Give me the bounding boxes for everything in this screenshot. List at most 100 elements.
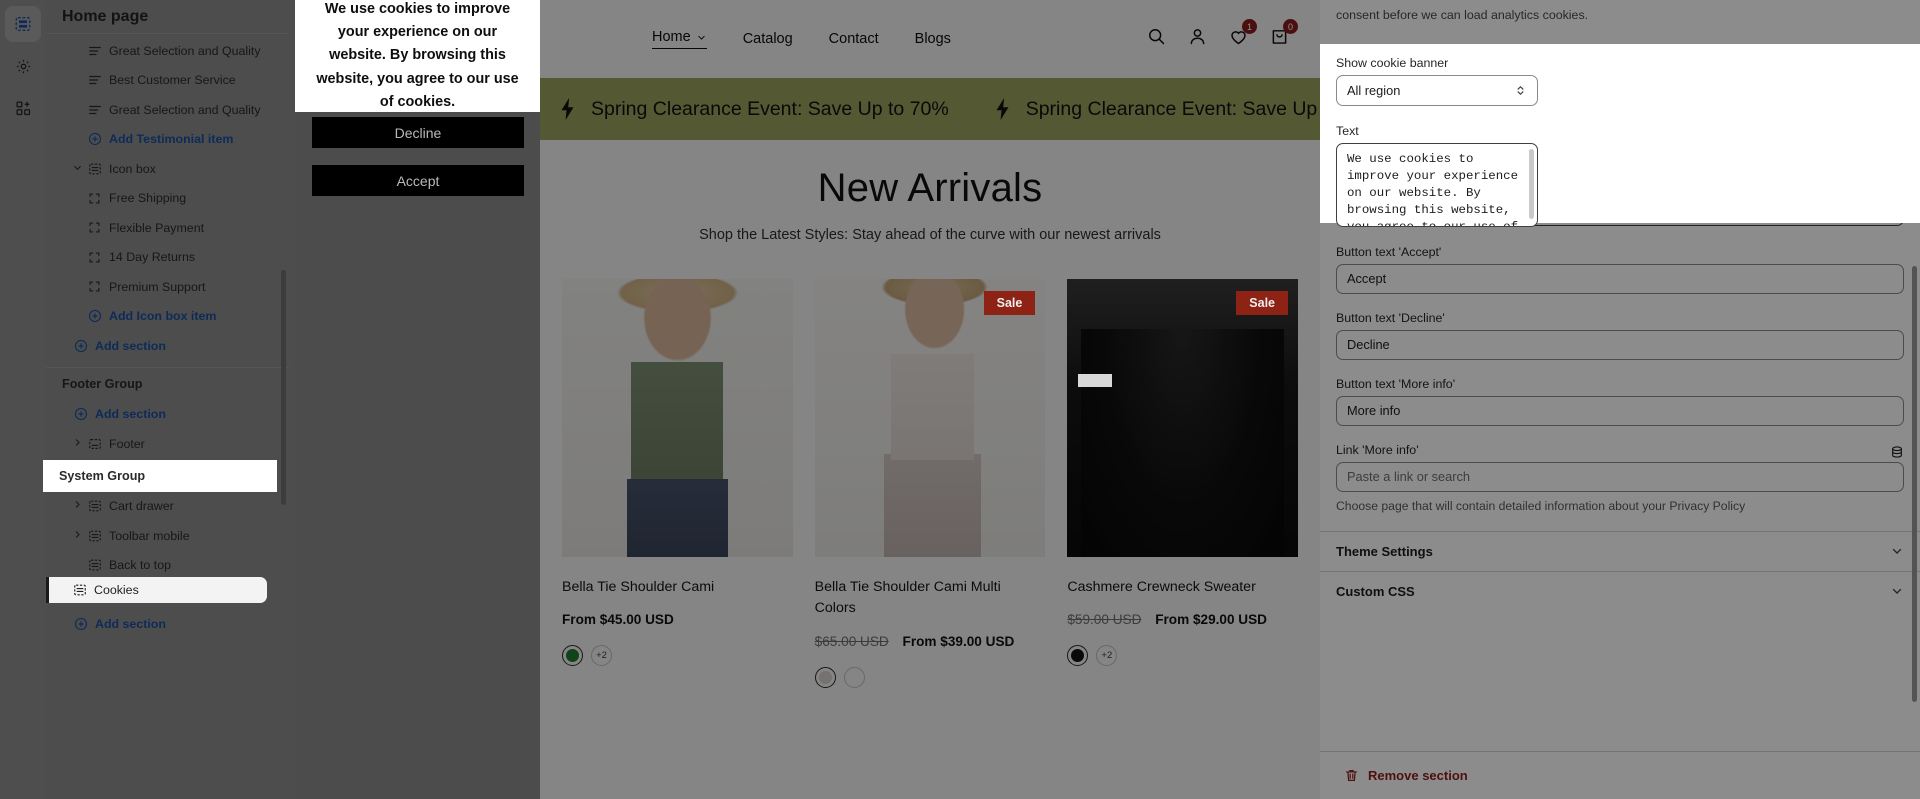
garment-label-icon: [1078, 373, 1113, 387]
sidebar-item-14-day-returns[interactable]: 14 Day Returns: [46, 243, 289, 273]
product-swatches[interactable]: +2: [562, 645, 793, 667]
product-price-current: From $29.00 USD: [1155, 612, 1268, 628]
more-swatches[interactable]: +2: [1096, 645, 1118, 667]
show-banner-label: Show cookie banner: [1336, 56, 1449, 70]
sale-badge: Sale: [1236, 291, 1289, 315]
sidebar-item-free-shipping[interactable]: Free Shipping: [46, 184, 289, 214]
chevron-updown-icon: [1517, 85, 1524, 96]
textarea-scrollbar[interactable]: [1529, 149, 1534, 219]
more-info-text-value: More info: [1347, 403, 1401, 419]
sidebar-item-label: Best Customer Service: [109, 73, 236, 88]
product-image[interactable]: Sale: [814, 279, 1046, 557]
sidebar-system-add-section[interactable]: Add section: [46, 610, 289, 640]
cart-button[interactable]: 0: [1269, 19, 1298, 52]
section-icon: [88, 437, 109, 451]
cookie-banner-text-value: We use cookies to improve your experienc…: [316, 0, 519, 110]
group-label: System Group: [59, 469, 146, 483]
sidebar-section-icon-box[interactable]: Icon box: [46, 154, 289, 184]
customizer-root: Home page Great Selection and Quality Be…: [0, 0, 1920, 799]
sidebar-item-testimonial-3[interactable]: Great Selection and Quality: [46, 95, 289, 125]
chevron-down-icon: [1892, 549, 1902, 555]
chevron-right-icon[interactable]: [72, 437, 83, 451]
nav-link-contact[interactable]: Contact: [829, 31, 879, 47]
decline-text-input[interactable]: Decline: [1336, 329, 1904, 360]
rail-item-sections[interactable]: [5, 6, 41, 42]
sidebar-add-testimonial-item[interactable]: Add Testimonial item: [46, 125, 289, 155]
wishlist-button[interactable]: 1: [1228, 19, 1257, 52]
sidebar-item-testimonial-1[interactable]: Great Selection and Quality: [46, 36, 289, 66]
color-swatch[interactable]: [562, 645, 583, 667]
trash-icon: [1346, 770, 1357, 781]
accept-text-input[interactable]: Accept: [1336, 263, 1904, 294]
product-image[interactable]: Sale: [1067, 279, 1299, 557]
nav-link-blogs[interactable]: Blogs: [915, 31, 951, 47]
product-card[interactable]: Sale Bella Tie Shoulder Cami Multi Color…: [814, 279, 1046, 688]
more-info-text-input[interactable]: More info: [1336, 395, 1904, 426]
account-button[interactable]: [1187, 26, 1208, 52]
product-price-current: From $45.00 USD: [562, 612, 674, 628]
nav-link-home[interactable]: Home: [652, 29, 707, 49]
decline-text-value: Decline: [1347, 337, 1390, 353]
panel-scrollbar[interactable]: [1912, 266, 1917, 702]
banner-text-input[interactable]: We use cookies to improve your experienc…: [1336, 143, 1538, 227]
color-swatch[interactable]: [1067, 645, 1089, 667]
sidebar-item-cart-drawer[interactable]: Cart drawer: [46, 492, 289, 522]
nav-link-catalog[interactable]: Catalog: [743, 31, 793, 47]
sidebar-item-label: Add Testimonial item: [109, 132, 234, 147]
sidebar-header: Home page: [46, 0, 289, 34]
custom-css-accordion[interactable]: Custom CSS: [1320, 570, 1920, 611]
product-image[interactable]: [562, 279, 793, 557]
sidebar-item-premium-support[interactable]: Premium Support: [46, 272, 289, 302]
product-card[interactable]: Bella Tie Shoulder Cami From $45.00 USD …: [562, 279, 793, 688]
cookie-accept-button[interactable]: Accept: [312, 165, 524, 196]
cookie-accept-label: Accept: [396, 172, 440, 189]
sidebar-item-toolbar-mobile[interactable]: Toolbar mobile: [46, 521, 289, 551]
accept-text-value: Accept: [1347, 271, 1387, 287]
cart-badge: 0: [1283, 19, 1298, 34]
sidebar-item-footer[interactable]: Footer: [46, 429, 289, 459]
sidebar-item-cookies[interactable]: Cookies: [46, 577, 267, 603]
rail-item-settings[interactable]: [5, 48, 41, 84]
sidebar-item-label: 14 Day Returns: [109, 250, 196, 265]
section-icon: [88, 558, 109, 572]
sidebar-item-label: Add section: [95, 617, 166, 632]
product-card[interactable]: Sale Cashmere Crewneck Sweater $59.00 US…: [1067, 279, 1299, 688]
product-grid: Bella Tie Shoulder Cami From $45.00 USD …: [540, 279, 1320, 688]
section-icon: [88, 162, 109, 176]
chevron-right-icon[interactable]: [72, 499, 83, 513]
sidebar-scrollbar[interactable]: [281, 270, 286, 505]
plus-circle-icon: [88, 309, 109, 323]
chevron-down-icon[interactable]: [72, 162, 83, 176]
sidebar-item-label: Cart drawer: [109, 499, 174, 514]
product-swatches[interactable]: +2: [1067, 645, 1298, 667]
sidebar-item-label: Add section: [95, 407, 166, 422]
theme-settings-accordion[interactable]: Theme Settings: [1320, 530, 1920, 571]
sidebar-item-label: Great Selection and Quality: [109, 102, 261, 117]
sidebar-item-label: Cookies: [94, 583, 139, 597]
store-nav-icons: 1 0: [1146, 19, 1298, 52]
color-swatch[interactable]: [814, 666, 836, 688]
rail-item-apps[interactable]: [5, 90, 41, 126]
consent-note: consent before we can load analytics coo…: [1336, 8, 1589, 22]
sidebar-item-back-to-top[interactable]: Back to top: [46, 551, 289, 581]
accept-text-label: Button text 'Accept': [1336, 244, 1442, 259]
cookie-decline-button[interactable]: Decline: [312, 117, 524, 148]
sidebar-add-icon-box-item[interactable]: Add Icon box item: [46, 302, 289, 332]
more-swatches[interactable]: +2: [591, 645, 612, 667]
more-swatches[interactable]: [843, 666, 865, 688]
more-info-link-input[interactable]: Paste a link or search: [1336, 461, 1904, 492]
chevron-right-icon[interactable]: [72, 529, 83, 543]
database-icon[interactable]: [1890, 445, 1904, 459]
search-button[interactable]: [1146, 26, 1167, 52]
show-banner-select[interactable]: All region: [1336, 75, 1538, 106]
remove-section-button[interactable]: Remove section: [1320, 751, 1920, 799]
sidebar-item-label: Back to top: [109, 558, 171, 573]
nav-link-label: Blogs: [914, 31, 951, 47]
sidebar-item-flexible-payment[interactable]: Flexible Payment: [46, 213, 289, 243]
apps-add-icon: [15, 100, 30, 115]
sidebar-add-section-main[interactable]: Add section: [46, 331, 289, 361]
nav-link-label: Contact: [828, 31, 879, 47]
sidebar-item-testimonial-2[interactable]: Best Customer Service: [46, 66, 289, 96]
sidebar-footer-add-section[interactable]: Add section: [46, 400, 289, 430]
product-swatches[interactable]: [814, 666, 1046, 688]
